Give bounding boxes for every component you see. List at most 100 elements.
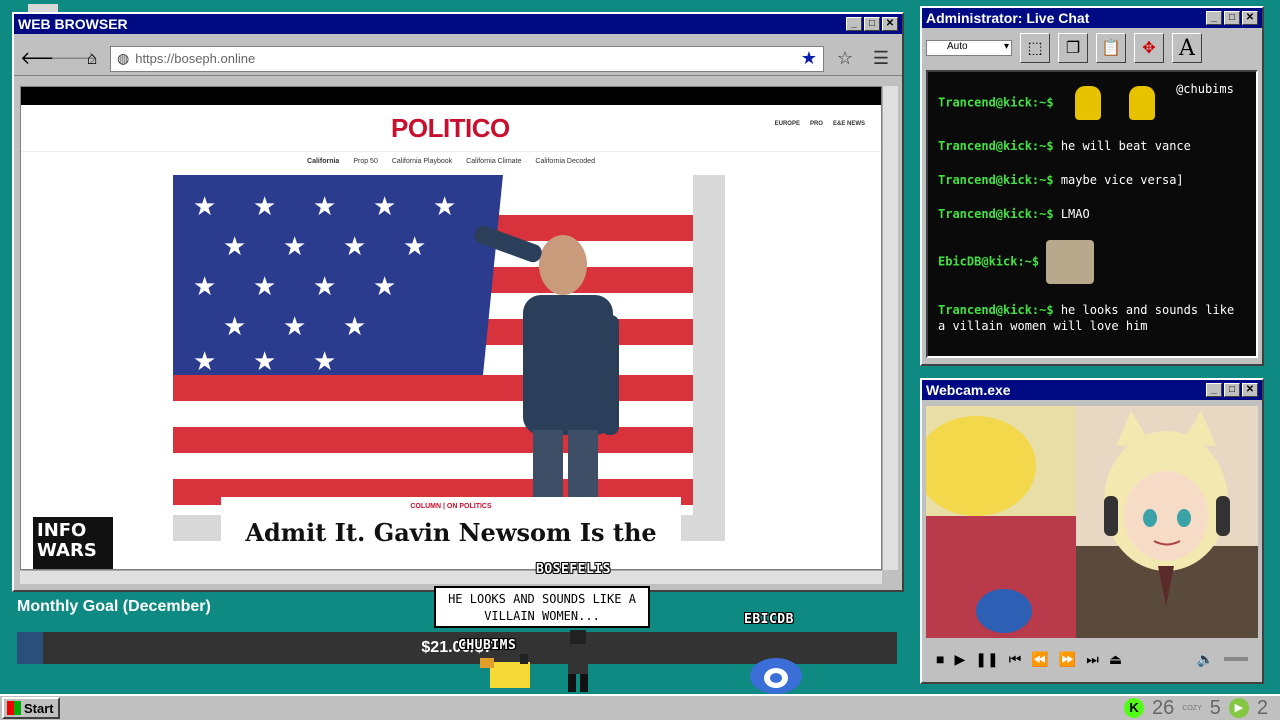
move-icon[interactable]: ✥ <box>1134 33 1164 63</box>
article-kicker[interactable]: COLUMN | ON POLITICS <box>221 503 681 510</box>
browser-titlebar[interactable]: WEB BROWSER _ □ ✕ <box>14 14 902 34</box>
subnav-item[interactable]: California Climate <box>466 158 521 165</box>
browser-window: WEB BROWSER _ □ ✕ 🡐 🡒 ⌂ ◍ https://boseph… <box>12 12 904 592</box>
page-top-bar <box>21 87 881 105</box>
start-label: Start <box>24 700 54 716</box>
chat-username[interactable]: Trancend@kick:~$ <box>938 303 1054 317</box>
start-button[interactable]: Start <box>2 697 60 719</box>
svg-text:★: ★ <box>223 232 246 262</box>
system-tray: K 26 COZY 5 ▶ 2 <box>1124 696 1268 720</box>
menu-icon[interactable]: ☰ <box>866 48 896 69</box>
site-logo[interactable]: POLITICO <box>391 113 510 144</box>
svg-text:★: ★ <box>313 272 336 302</box>
svg-text:★: ★ <box>253 192 276 222</box>
taskbar: Start K 26 COZY 5 ▶ 2 <box>0 694 1280 720</box>
windows-logo-icon <box>7 701 21 715</box>
article-headline[interactable]: Admit It. Gavin Newsom Is the <box>221 518 681 547</box>
media-controls: ■ ▶ ❚❚ ⏮ ⏪ ⏩ ⏭ ⏏ 🔈 <box>926 644 1258 674</box>
bookmarked-star-icon[interactable]: ★ <box>801 48 817 69</box>
top-link[interactable]: EUROPE <box>775 121 800 127</box>
chat-username[interactable]: EbicDB@kick:~$ <box>938 255 1039 269</box>
vertical-scrollbar[interactable] <box>882 86 898 570</box>
rumble-viewer-count: 2 <box>1256 696 1268 719</box>
svg-text:★: ★ <box>193 272 216 302</box>
webcam-titlebar[interactable]: Webcam.exe _ □ ✕ <box>922 380 1262 400</box>
favorites-star-icon[interactable]: ☆ <box>830 48 860 69</box>
copy-icon[interactable]: ❐ <box>1058 33 1088 63</box>
chat-message: Trancend@kick:~$ maybe vice versa] <box>938 172 1246 188</box>
character-sprite <box>568 630 588 692</box>
chat-username[interactable]: Trancend@kick:~$ <box>938 139 1054 153</box>
font-select[interactable]: Auto <box>926 40 1012 56</box>
stop-icon[interactable]: ■ <box>936 651 944 667</box>
chat-image <box>1046 240 1095 284</box>
speech-bubble: HE LOOKS AND SOUNDS LIKE A VILLAIN WOMEN… <box>434 586 650 628</box>
chat-username[interactable]: Trancend@kick:~$ <box>938 207 1054 221</box>
chat-message: EbicDB@kick:~$ <box>938 240 1246 284</box>
minimize-button[interactable]: _ <box>846 17 862 31</box>
maximize-button[interactable]: □ <box>864 17 880 31</box>
kick-viewer-count: 26 <box>1152 696 1175 719</box>
chat-message: Trancend@kick:~$ LMAO <box>938 206 1246 222</box>
svg-text:★: ★ <box>193 347 216 377</box>
svg-text:★: ★ <box>343 232 366 262</box>
webcam-feed <box>926 406 1258 638</box>
hero-image: ★ ★ ★ ★ ★ ★ ★ ★ ★ ★ ★ ★ ★ ★ ★ ★ ★ ★ ★ <box>173 175 725 541</box>
svg-text:★: ★ <box>253 347 276 377</box>
overlay-name-bosefelis: BOSEFELIS <box>536 562 611 577</box>
chat-title: Administrator: Live Chat <box>926 10 1090 26</box>
back-icon[interactable]: 🡐 <box>20 48 68 69</box>
webcam-window: Webcam.exe _ □ ✕ ■ ▶ ❚❚ ⏮ ⏪ ⏩ ⏭ ⏏ 🔈 <box>920 378 1264 684</box>
volume-slider[interactable] <box>1224 657 1248 661</box>
subnav-item[interactable]: California <box>307 158 339 165</box>
cozy-label: COZY <box>1182 704 1202 712</box>
vtuber-avatar <box>926 406 1258 638</box>
chat-window: Administrator: Live Chat _ □ ✕ Auto ⬚ ❐ … <box>920 6 1264 366</box>
kick-logo-icon: K <box>1124 698 1145 718</box>
skip-back-icon[interactable]: ⏮ <box>1009 651 1022 668</box>
rewind-icon[interactable]: ⏪ <box>1031 651 1048 668</box>
close-button[interactable]: ✕ <box>882 17 898 31</box>
browser-toolbar: 🡐 🡒 ⌂ ◍ https://boseph.online ★ ☆ ☰ <box>14 42 902 76</box>
top-link[interactable]: PRO <box>810 121 823 127</box>
svg-text:★: ★ <box>343 312 366 342</box>
pikachu-sprite <box>480 654 530 688</box>
maximize-button[interactable]: □ <box>1224 383 1240 397</box>
chat-username[interactable]: Trancend@kick:~$ <box>938 173 1054 187</box>
fast-forward-icon[interactable]: ⏩ <box>1059 651 1076 668</box>
emote-icon <box>1128 86 1155 120</box>
maximize-button[interactable]: □ <box>1224 11 1240 25</box>
top-link[interactable]: E&E NEWS <box>833 121 865 127</box>
minimize-button[interactable]: _ <box>1206 11 1222 25</box>
home-icon[interactable]: ⌂ <box>80 48 104 69</box>
address-bar[interactable]: ◍ https://boseph.online ★ <box>110 45 824 72</box>
subnav-item[interactable]: California Playbook <box>392 158 452 165</box>
volume-icon[interactable]: 🔈 <box>1197 651 1214 668</box>
horizontal-scrollbar[interactable] <box>20 570 882 584</box>
overlay-name-chubims: CHUBIMS <box>458 638 517 653</box>
pause-icon[interactable]: ❚❚ <box>975 651 998 668</box>
eject-icon[interactable]: ⏏ <box>1109 651 1122 668</box>
chat-titlebar[interactable]: Administrator: Live Chat _ □ ✕ <box>922 8 1262 28</box>
close-button[interactable]: ✕ <box>1242 11 1258 25</box>
chat-text: he will beat vance <box>1060 139 1191 153</box>
subnav-item[interactable]: California Decoded <box>535 158 595 165</box>
skip-forward-icon[interactable]: ⏭ <box>1086 651 1099 668</box>
rumble-logo-icon: ▶ <box>1228 698 1249 718</box>
svg-text:★: ★ <box>373 272 396 302</box>
forward-icon[interactable]: 🡒 <box>50 48 98 69</box>
svg-text:★: ★ <box>253 272 276 302</box>
select-icon[interactable]: ⬚ <box>1020 33 1050 63</box>
cozy-viewer-count: 5 <box>1209 696 1221 719</box>
close-button[interactable]: ✕ <box>1242 383 1258 397</box>
goal-title: Monthly Goal (December) <box>17 598 211 615</box>
chat-toolbar: Auto ⬚ ❐ 📋 ✥ A <box>922 28 1262 68</box>
text-icon[interactable]: A <box>1172 33 1202 63</box>
web-page: POLITICO EUROPE PRO E&E NEWS California … <box>20 86 882 570</box>
subnav-item[interactable]: Prop 50 <box>353 158 378 165</box>
svg-text:★: ★ <box>433 192 456 222</box>
chat-username[interactable]: Trancend@kick:~$ <box>938 96 1054 110</box>
paste-icon[interactable]: 📋 <box>1096 33 1126 63</box>
play-icon[interactable]: ▶ <box>954 651 965 668</box>
minimize-button[interactable]: _ <box>1206 383 1222 397</box>
